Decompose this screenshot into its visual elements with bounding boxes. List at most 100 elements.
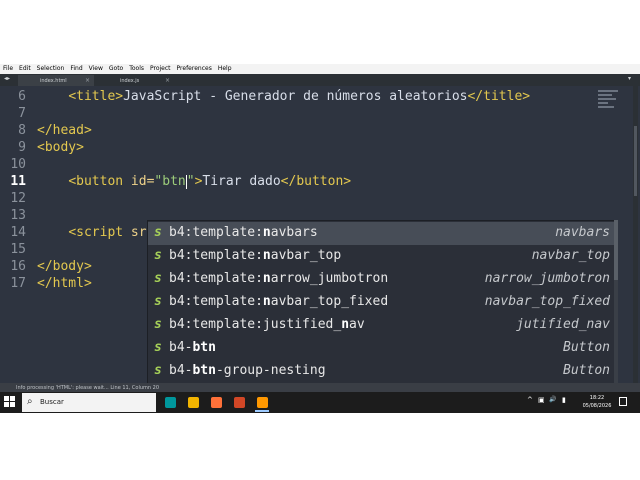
taskbar-search-box[interactable]: ⌕ Buscar: [22, 393, 156, 412]
bottom-letterbox: [0, 413, 640, 480]
code-line[interactable]: 11 <button id="btn">Tirar dado</button>: [0, 173, 600, 190]
code-line[interactable]: 8 </head>: [0, 122, 600, 139]
trigger-match: btn: [192, 340, 216, 355]
autocomplete-item[interactable]: s b4:template:navbars navbars: [148, 222, 615, 245]
line-number: 7: [18, 106, 26, 121]
snippet-icon: s: [154, 363, 162, 378]
line-number: 17: [10, 276, 26, 291]
code-line[interactable]: 10: [0, 156, 600, 173]
menu-item-help[interactable]: Help: [215, 64, 235, 72]
code-text[interactable]: </body>: [37, 258, 92, 275]
tab-nav-arrows[interactable]: ◂▸: [4, 75, 10, 82]
completion-hint: navbars: [555, 225, 610, 240]
snippet-icon: s: [154, 340, 162, 355]
line-number: 12: [10, 191, 26, 206]
code-text[interactable]: <title>JavaScript - Generador de números…: [37, 88, 530, 105]
minimap[interactable]: [598, 88, 624, 114]
tag-open: <title>: [68, 89, 124, 104]
code-text[interactable]: <body>: [37, 139, 84, 156]
close-icon[interactable]: ×: [165, 77, 170, 84]
trigger-suffix: avbars: [270, 225, 318, 240]
firefox-icon[interactable]: [206, 393, 226, 412]
trigger-prefix: b4:template:: [169, 271, 263, 286]
attribute-value: "btn: [154, 174, 186, 189]
element-text: Tirar dado: [202, 174, 281, 189]
snippet-icon: s: [154, 294, 162, 309]
code-text[interactable]: </head>: [37, 122, 92, 139]
autocomplete-item[interactable]: s b4:template:navbar_top_fixed navbar_top_…: [148, 291, 615, 314]
completion-hint: jutified_nav: [516, 317, 610, 332]
completion-trigger: b4:template:navbar_top_fixed: [169, 294, 388, 309]
code-text[interactable]: </html>: [37, 275, 92, 292]
trigger-suffix: avbar_top: [270, 248, 342, 263]
tab-index-html[interactable]: index.html ×: [18, 75, 94, 86]
line-number: 11: [10, 174, 26, 189]
powerpoint-icon[interactable]: [229, 393, 249, 412]
tag-open: </head>: [37, 123, 92, 138]
autocomplete-item[interactable]: s b4:template:navbar_top navbar_top: [148, 245, 615, 268]
autocomplete-item[interactable]: s b4:template:narrow_jumbotron narrow_jumb…: [148, 268, 615, 291]
tag-open: </html>: [37, 276, 92, 291]
autocomplete-item[interactable]: s b4:template:justified_nav jutified_nav: [148, 314, 615, 337]
sublime-text-icon[interactable]: [252, 393, 272, 412]
notifications-icon[interactable]: [619, 397, 627, 406]
menu-item-file[interactable]: File: [0, 64, 16, 72]
powerpoint-icon-glyph: [234, 397, 245, 408]
code-line[interactable]: 12: [0, 190, 600, 207]
windows-start-icon[interactable]: [4, 396, 16, 408]
line-number: 6: [18, 89, 26, 104]
search-placeholder: Buscar: [40, 398, 64, 406]
tab-label: index.html: [40, 78, 67, 84]
scrollbar-thumb[interactable]: [614, 220, 618, 280]
code-text[interactable]: <script sr: [37, 224, 147, 241]
snippet-icon: s: [154, 317, 162, 332]
menu-item-find[interactable]: Find: [67, 64, 85, 72]
menu-bar: File Edit Selection Find View Goto Tools Projec…: [0, 64, 640, 74]
line-number: 8: [18, 123, 26, 138]
menu-item-selection[interactable]: Selection: [34, 64, 68, 72]
completion-trigger: b4-btn: [169, 340, 216, 355]
code-line[interactable]: 7: [0, 105, 600, 122]
code-line[interactable]: 6 <title>JavaScript - Generador de númer…: [0, 88, 600, 105]
top-letterbox: [0, 0, 640, 60]
trigger-match: n: [341, 317, 350, 332]
tag-close: </title>: [467, 89, 531, 104]
menu-item-preferences[interactable]: Preferences: [174, 64, 215, 72]
menu-item-view[interactable]: View: [86, 64, 106, 72]
trigger-prefix: b4:template:: [169, 225, 263, 240]
tray-overflow-icon[interactable]: ^: [527, 396, 533, 404]
windows-taskbar: ⌕ Buscar ^ ▣ 🔊 ▮ 18:22 05/08/2026: [0, 392, 640, 413]
autocomplete-item[interactable]: s b4-btn Button: [148, 337, 615, 360]
line-number: 9: [18, 140, 26, 155]
menu-item-goto[interactable]: Goto: [106, 64, 126, 72]
battery-icon[interactable]: ▮: [562, 396, 566, 404]
tab-list-dropdown-icon[interactable]: ▾: [628, 75, 631, 82]
element-text: JavaScript - Generador de números aleato…: [123, 89, 468, 104]
attribute-name: sr: [123, 225, 147, 240]
volume-icon[interactable]: 🔊: [549, 396, 556, 403]
arduino-icon[interactable]: [160, 393, 180, 412]
scrollbar-thumb[interactable]: [634, 126, 637, 196]
chrome-icon[interactable]: [183, 393, 203, 412]
menu-item-tools[interactable]: Tools: [126, 64, 147, 72]
snippet-icon: s: [154, 225, 162, 240]
autocomplete-item[interactable]: s b4-btn-group-nesting Button: [148, 360, 615, 383]
clock-time: 18:22: [589, 395, 605, 401]
snippet-icon: s: [154, 271, 162, 286]
menu-item-edit[interactable]: Edit: [16, 64, 34, 72]
taskbar-clock[interactable]: 18:22 05/08/2026: [580, 394, 614, 410]
code-text[interactable]: <button id="btn">Tirar dado</button>: [37, 173, 351, 190]
arduino-icon-glyph: [165, 397, 176, 408]
close-icon[interactable]: ×: [85, 77, 90, 84]
network-icon[interactable]: ▣: [538, 396, 545, 404]
tab-index-js[interactable]: index.js ×: [98, 75, 174, 86]
sublime-text-window: File Edit Selection Find View Goto Tools Projec…: [0, 60, 640, 441]
menu-item-project[interactable]: Project: [147, 64, 174, 72]
trigger-suffix: avbar_top_fixed: [270, 294, 389, 309]
firefox-icon-glyph: [211, 397, 222, 408]
line-number: 13: [10, 208, 26, 223]
code-line[interactable]: 9 <body>: [0, 139, 600, 156]
